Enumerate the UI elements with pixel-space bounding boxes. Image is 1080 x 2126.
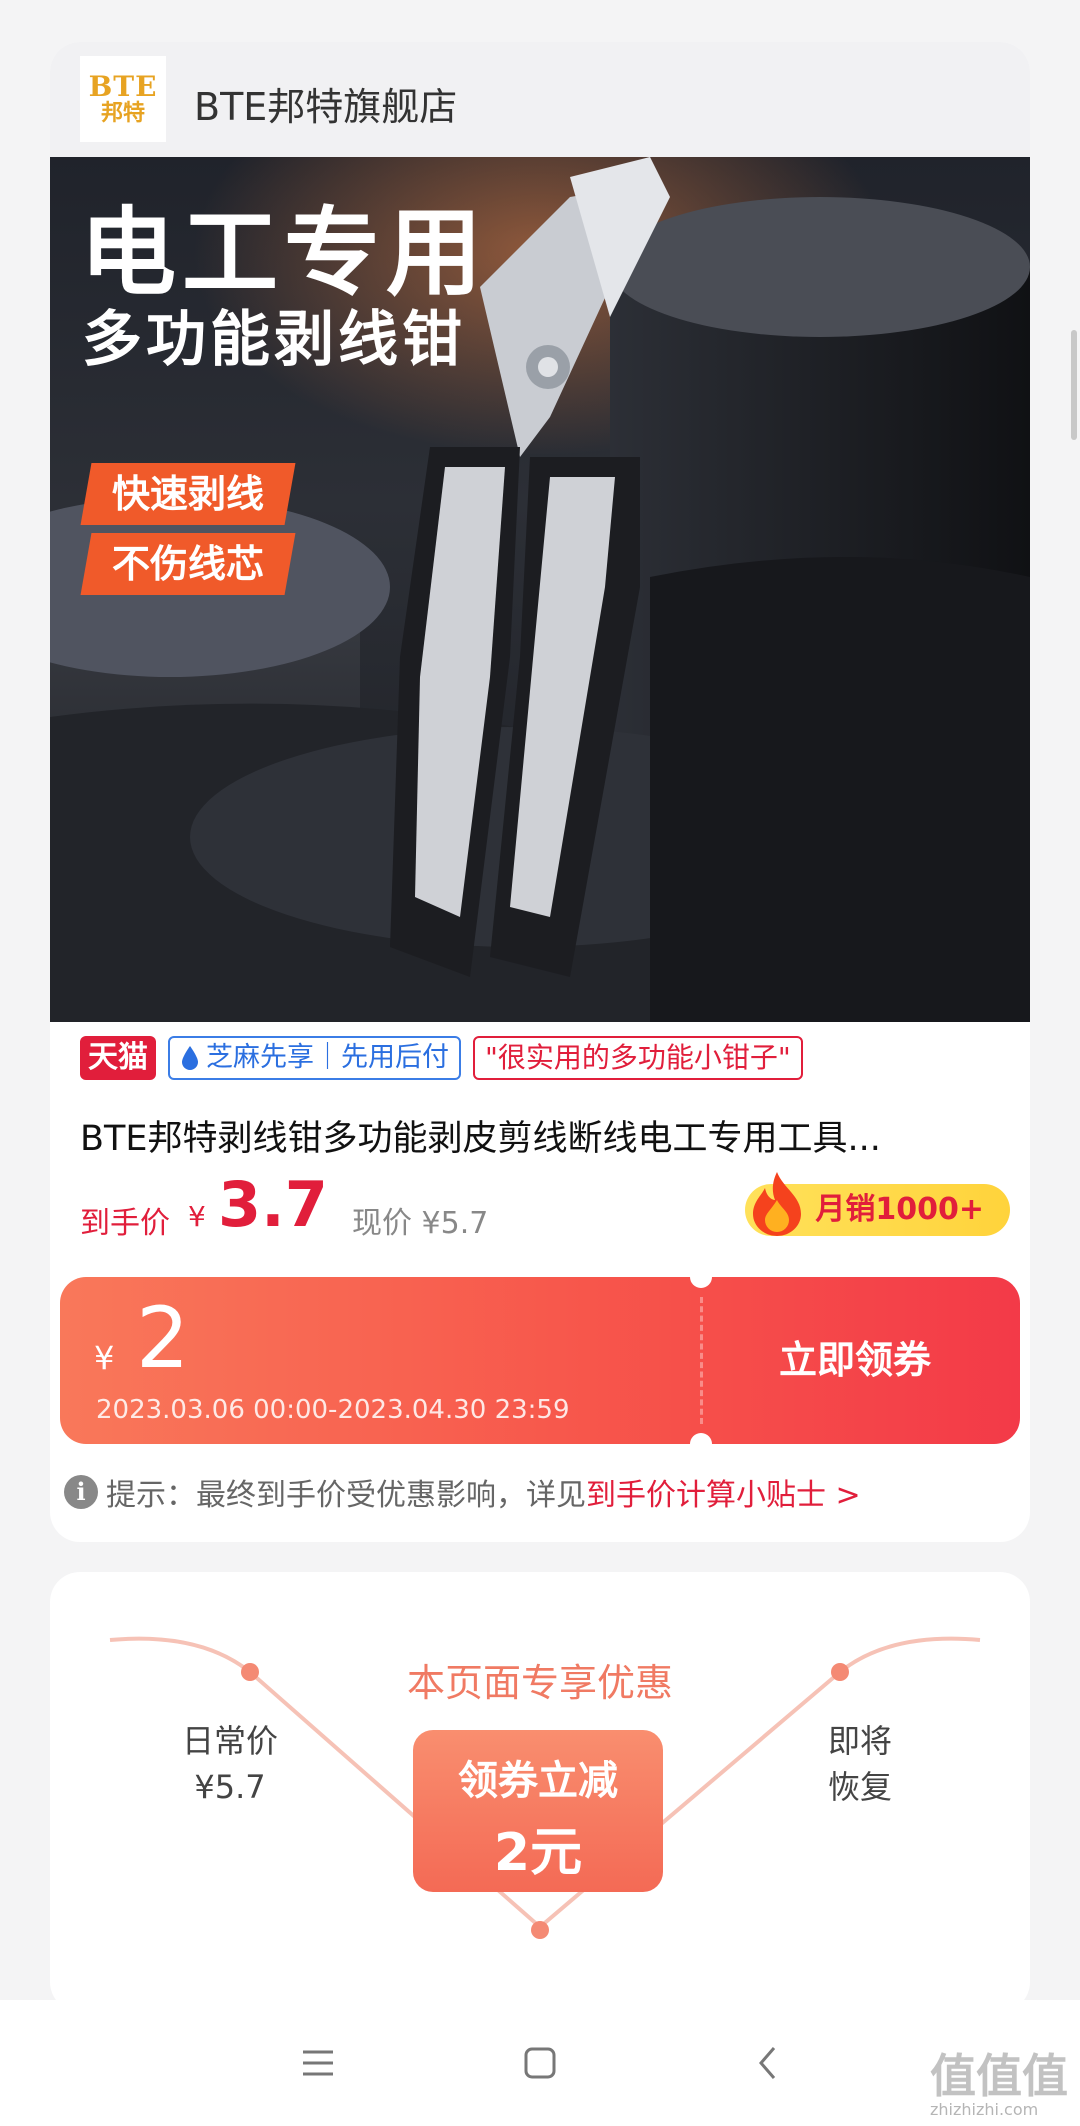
daily-price: 日常价 ¥5.7 [181, 1722, 278, 1806]
banner-tag-no-damage: 不伤线芯 [80, 533, 296, 595]
store-name[interactable]: BTE邦特旗舰店 [194, 76, 457, 131]
coupon-discount-box: 领券立减 2元 [413, 1730, 663, 1892]
price-row: 到手价 ¥ 3.7 现价 ¥5.7 月销1000+ [80, 1168, 1010, 1242]
price-tip: i 提示：最终到手价受优惠影响，详见 到手价计算小贴士 > [64, 1470, 861, 1514]
product-banner-image[interactable]: 电工专用 多功能剥线钳 快速剥线 不伤线芯 [50, 157, 1030, 1022]
coupon-amount: 2 [136, 1289, 190, 1387]
exclusive-offer-title: 本页面专享优惠 [406, 1661, 673, 1705]
current-price: 现价 ¥5.7 [352, 1206, 489, 1241]
product-title[interactable]: BTE邦特剥线钳多功能剥皮剪线断线电工专用工具... [80, 1110, 1020, 1161]
watermark-logo: 值值值 [930, 2049, 1068, 2103]
flame-icon [753, 1172, 802, 1236]
exclusive-offer-card: 本页面专享优惠 日常价 ¥5.7 领券立减 2元 即将 恢复 [50, 1572, 1030, 2012]
final-price: 3.7 [218, 1168, 328, 1241]
banner-subtitle: 多功能剥线钳 [82, 305, 466, 375]
watermark-domain: zhizhizhi.com [930, 2100, 1039, 2119]
scrollbar[interactable] [1071, 330, 1077, 440]
coupon-validity: 2023.03.06 00:00-2023.04.30 23:59 [96, 1395, 570, 1425]
price-calc-tips-link[interactable]: 到手价计算小贴士 > [586, 1470, 861, 1514]
store-header[interactable]: BTE 邦特 BTE邦特旗舰店 [50, 42, 1030, 157]
review-quote-badge: "很实用的多功能小钳子" [473, 1036, 803, 1080]
info-icon: i [64, 1475, 98, 1509]
tmall-badge: 天猫 [80, 1036, 156, 1080]
back-icon[interactable] [738, 2038, 798, 2088]
zhima-badge[interactable]: 芝麻先享｜先用后付 [168, 1036, 461, 1080]
product-card: BTE 邦特 BTE邦特旗舰店 电工专用 多功能剥线钳 快速剥线 不伤线芯 天猫… [50, 42, 1030, 1542]
store-logo: BTE 邦特 [80, 56, 166, 142]
tip-text: 提示：最终到手价受优惠影响，详见 [106, 1478, 586, 1513]
system-navigation-bar [0, 2000, 1080, 2126]
menu-icon[interactable] [288, 2038, 348, 2088]
currency-symbol: ¥ [188, 1200, 206, 1233]
home-icon[interactable] [510, 2038, 570, 2088]
final-price-label: 到手价 [80, 1206, 170, 1241]
coupon-currency: ¥ [94, 1339, 115, 1377]
banner-tag-fast-strip: 快速剥线 [80, 463, 296, 525]
product-badges: 天猫 芝麻先享｜先用后付 "很实用的多功能小钳子" [80, 1036, 803, 1080]
water-drop-icon [182, 1046, 198, 1070]
coupon-card[interactable]: ¥ 2 2023.03.06 00:00-2023.04.30 23:59 立即… [60, 1277, 1020, 1444]
claim-coupon-button[interactable]: 立即领券 [730, 1329, 980, 1384]
monthly-sales-badge: 月销1000+ [745, 1172, 1010, 1236]
price-restore-note: 即将 恢复 [827, 1722, 892, 1806]
